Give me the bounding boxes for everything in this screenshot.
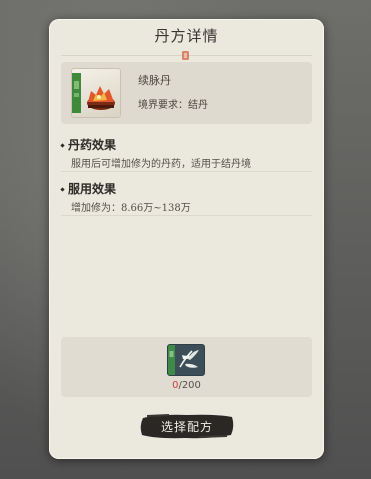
item-name: 续脉丹: [138, 74, 171, 87]
select-recipe-button[interactable]: 选择配方: [139, 412, 235, 440]
realm-requirement: 境界要求：结丹: [138, 100, 208, 111]
bullet-icon: [60, 143, 65, 148]
bullet-icon: [60, 187, 65, 192]
dialog-title: 丹方详情: [154, 27, 219, 45]
item-info-card: 续脉丹 境界要求：结丹: [61, 62, 312, 124]
section-divider: [61, 215, 312, 216]
elixir-furnace-icon[interactable]: [71, 68, 121, 118]
material-requirement-card: 0/200: [61, 337, 312, 397]
elixir-effect-heading: 丹药效果: [60, 136, 117, 153]
seal-icon: [180, 50, 191, 61]
elixir-effect-text: 服用后可增加修为的丹药，适用于结丹境: [71, 159, 251, 170]
section-divider: [61, 171, 312, 172]
elixir-effect-title: 丹药效果: [68, 138, 117, 152]
recipe-details-dialog: 丹方详情 续脉丹 境界要求：结丹 丹药效果 服用后可增加修为的丹药，适用于结丹境: [49, 19, 324, 459]
herb-scroll-icon[interactable]: [167, 344, 205, 376]
consume-effect-text: 增加修为：8.66万~138万: [71, 203, 191, 214]
select-recipe-label: 选择配方: [160, 419, 213, 434]
consume-effect-title: 服用效果: [68, 182, 117, 196]
material-required: /200: [178, 380, 201, 391]
consume-effect-heading: 服用效果: [60, 180, 117, 197]
material-count: 0/200: [61, 380, 312, 391]
